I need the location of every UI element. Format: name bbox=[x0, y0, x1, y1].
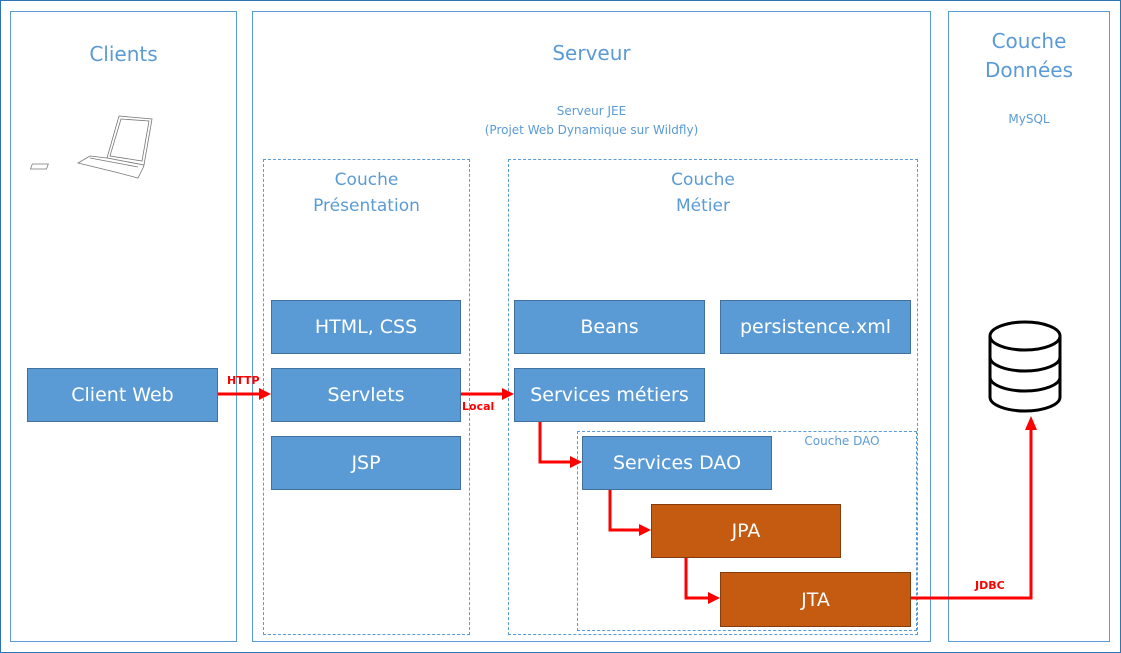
dao-to-jpa-arrow bbox=[608, 489, 641, 532]
jpa-box: JPA bbox=[651, 504, 841, 558]
jsp-box: JSP bbox=[271, 436, 461, 490]
jta-box: JTA bbox=[720, 572, 911, 627]
jdbc-label: JDBC bbox=[975, 579, 1005, 592]
persistence-xml-box: persistence.xml bbox=[720, 300, 911, 354]
client-web-box: Client Web bbox=[27, 368, 218, 422]
metier-to-dao-arrow bbox=[538, 421, 572, 464]
services-dao-box: Services DAO bbox=[582, 436, 772, 490]
jdbc-arrow bbox=[910, 430, 1033, 600]
jpa-to-jta-arrow bbox=[684, 557, 710, 600]
database-icon bbox=[988, 320, 1062, 413]
architecture-diagram: Clients Serveur Couche Données Serveur JE… bbox=[0, 0, 1121, 653]
laptop-icon bbox=[29, 115, 153, 179]
servlets-box: Servlets bbox=[271, 368, 461, 422]
local-label: Local bbox=[462, 400, 495, 413]
html-css-box: HTML, CSS bbox=[271, 300, 461, 354]
services-metiers-box: Services métiers bbox=[514, 368, 705, 422]
http-label: HTTP bbox=[227, 374, 260, 387]
beans-box: Beans bbox=[514, 300, 705, 354]
